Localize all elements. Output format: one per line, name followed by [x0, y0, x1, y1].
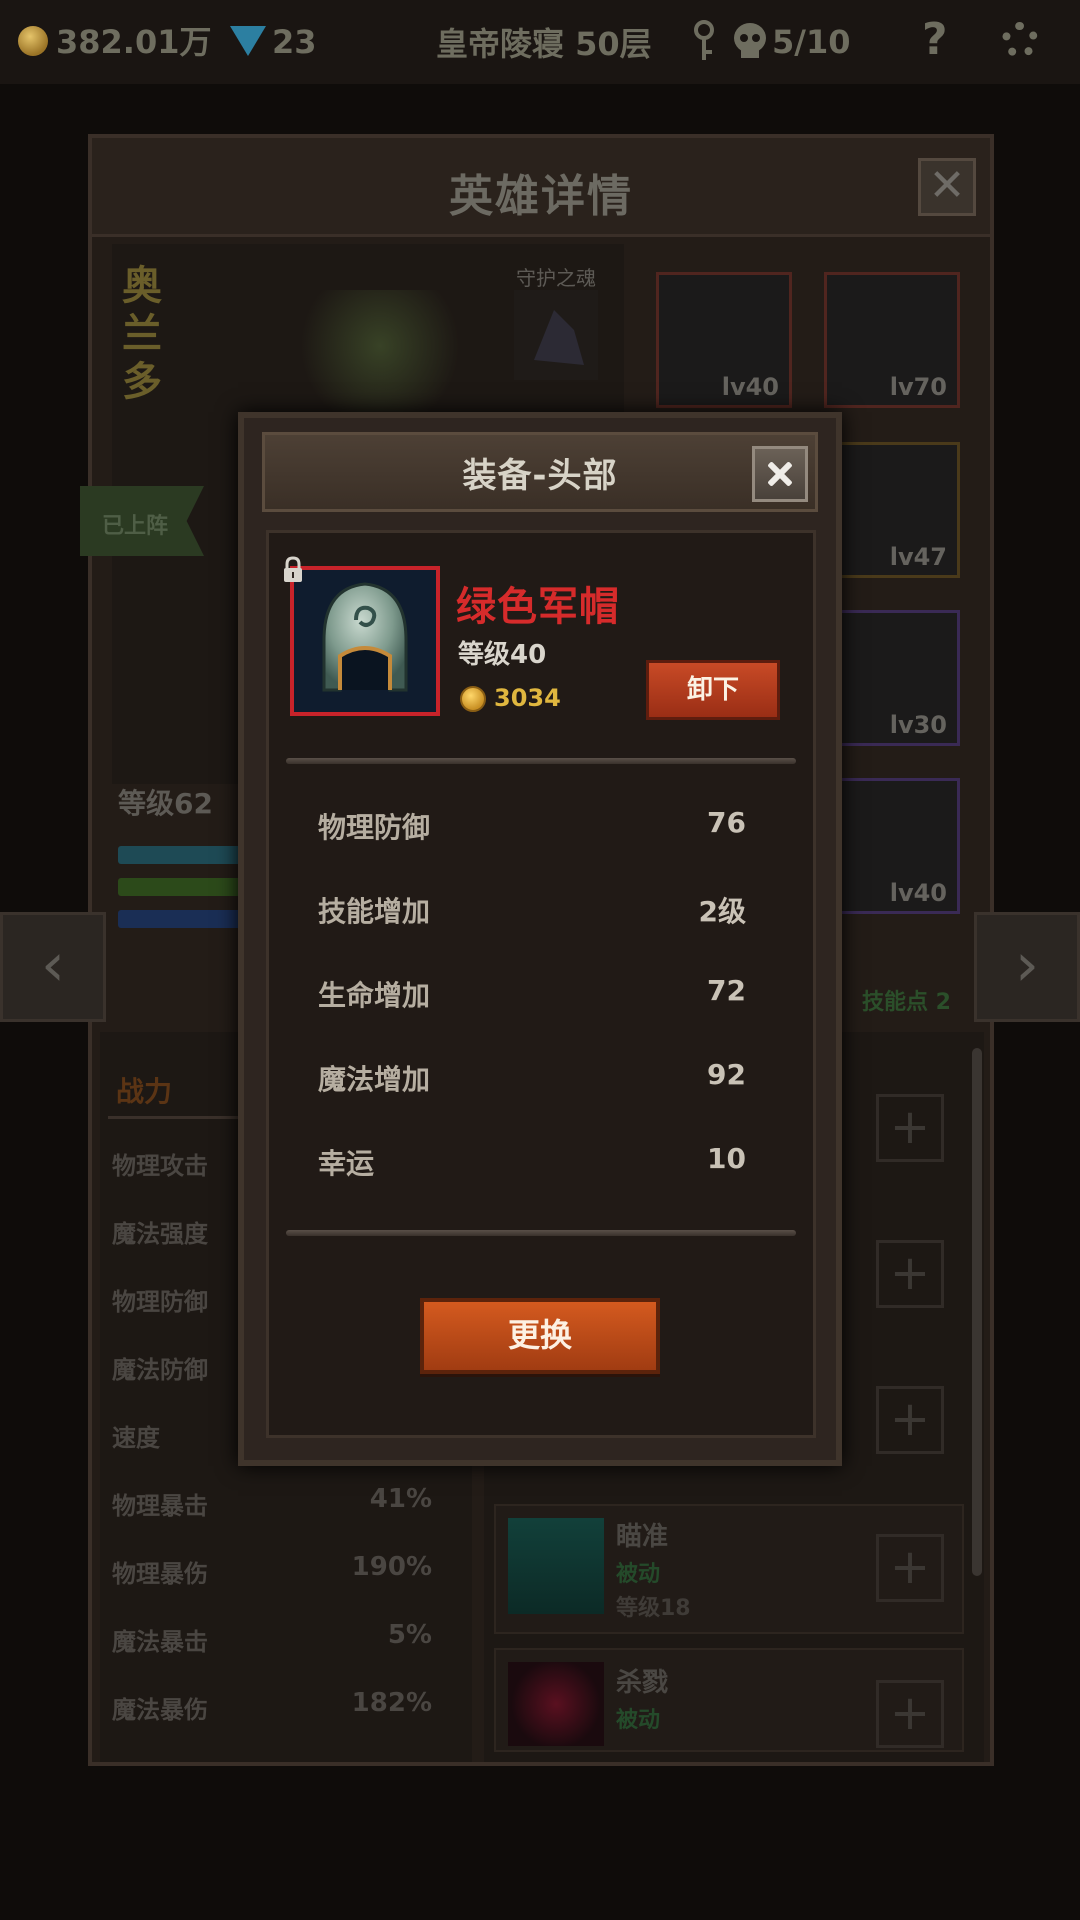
stat-label: 魔法暴伤 [112, 1696, 208, 1724]
stats-title: 战力 [116, 1075, 173, 1108]
hero-level: 等级62 [118, 787, 213, 820]
attr-label: 技能增加 [318, 895, 431, 928]
item-icon-frame[interactable] [290, 566, 440, 716]
equipment-modal-title: 装备-头部 [462, 456, 618, 496]
modal-divider-top [286, 758, 796, 764]
skill-type: 被动 [616, 1562, 661, 1587]
stat-label: 物理暴击 [112, 1492, 208, 1520]
hero-detail-title: 英雄详情 [449, 171, 633, 222]
deployed-label: 已上阵 [102, 514, 169, 539]
skills-scrollbar[interactable] [972, 1048, 982, 1576]
gold-coin-icon [18, 26, 48, 56]
aim-skill-icon [508, 1518, 604, 1614]
skill-upgrade-button[interactable]: + [876, 1680, 944, 1748]
attr-label: 生命增加 [318, 979, 431, 1012]
raven-icon [534, 310, 584, 365]
prev-hero-button[interactable]: ‹ [0, 912, 106, 1022]
stat-label: 魔法暴击 [112, 1628, 208, 1656]
skill-upgrade-button[interactable]: + [876, 1240, 944, 1308]
equip-level: lv30 [889, 711, 947, 739]
item-price: 3034 [494, 684, 561, 712]
skill-type: 被动 [616, 1708, 661, 1733]
game-screen: 382.01万 23 皇帝陵寝 50层 5/10 ? 英雄详情 ✕ 奥兰多 守护… [0, 0, 1080, 1920]
stat-value: 190% [351, 1552, 432, 1582]
stat-label: 物理防御 [112, 1288, 208, 1316]
helmet-icon [294, 570, 436, 712]
stat-label: 物理暴伤 [112, 1560, 208, 1588]
attr-value: 10 [707, 1142, 746, 1175]
skill-points: 技能点 2 [862, 990, 951, 1015]
stat-value: 41% [369, 1484, 432, 1514]
gem-icon [230, 26, 266, 56]
attr-label: 魔法增加 [318, 1063, 431, 1096]
gold-amount: 382.01万 [56, 23, 212, 61]
attr-value: 2级 [698, 895, 746, 928]
gold-coin-icon [460, 686, 486, 712]
equip-level: lv40 [721, 373, 779, 401]
help-button[interactable]: ? [922, 14, 948, 65]
skill-upgrade-button[interactable]: + [876, 1094, 944, 1162]
skill-level: 等级18 [616, 1596, 691, 1621]
gem-amount: 23 [272, 23, 317, 61]
modal-close-button[interactable] [752, 446, 808, 502]
settings-gear-icon[interactable] [1002, 22, 1038, 58]
stat-label: 魔法防御 [112, 1356, 208, 1384]
stat-label: 物理攻击 [112, 1152, 208, 1180]
skill-name: 杀戮 [616, 1668, 669, 1698]
key-icon [694, 20, 714, 62]
equip-slot-ring[interactable]: lv30 [824, 610, 960, 746]
hero-detail-close-button[interactable]: ✕ [918, 158, 976, 216]
skull-icon [732, 22, 768, 62]
next-hero-button[interactable]: › [974, 912, 1080, 1022]
attr-value: 76 [707, 806, 746, 839]
skill-name: 瞄准 [616, 1522, 669, 1552]
guardian-soul-label: 守护之魂 [516, 266, 596, 290]
modal-divider-bottom [286, 1230, 796, 1236]
key-count: 5/10 [772, 23, 851, 61]
skill-upgrade-button[interactable]: + [876, 1386, 944, 1454]
guardian-soul-slot[interactable] [514, 290, 598, 380]
equip-level: lv70 [889, 373, 947, 401]
attr-value: 72 [707, 974, 746, 1007]
attr-label: 幸运 [318, 1147, 375, 1180]
hero-name: 奥兰多 [122, 263, 162, 405]
attr-label: 物理防御 [318, 811, 431, 844]
item-name: 绿色军帽 [456, 584, 620, 630]
equip-level: lv40 [889, 879, 947, 907]
skill-upgrade-button[interactable]: + [876, 1534, 944, 1602]
equip-slot-boots[interactable]: lv47 [824, 442, 960, 578]
equip-slot-necklace[interactable]: lv70 [824, 272, 960, 408]
lock-icon[interactable] [282, 556, 304, 584]
item-level: 等级40 [458, 640, 547, 670]
unequip-button[interactable]: 卸下 [646, 660, 780, 720]
stat-label: 速度 [112, 1424, 160, 1452]
stat-value: 5% [387, 1620, 432, 1650]
stat-label: 魔法强度 [112, 1220, 208, 1248]
dungeon-location: 皇帝陵寝 50层 [436, 25, 652, 63]
stat-value: 182% [351, 1688, 432, 1718]
slaughter-skill-icon [508, 1662, 604, 1746]
equip-slot-head[interactable]: lv40 [656, 272, 792, 408]
equip-slot-weapon[interactable]: lv40 [824, 778, 960, 914]
hero-figure-image [300, 290, 460, 430]
replace-button[interactable]: 更换 [420, 1298, 660, 1374]
equip-level: lv47 [889, 543, 947, 571]
attr-value: 92 [707, 1058, 746, 1091]
